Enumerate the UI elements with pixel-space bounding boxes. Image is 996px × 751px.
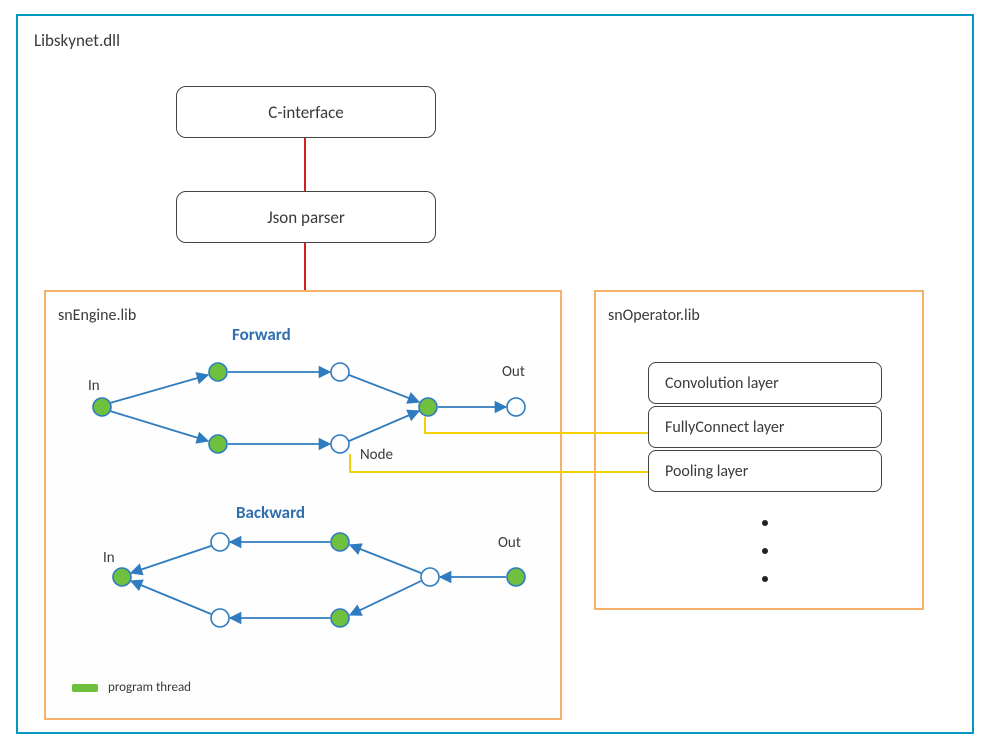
ellipsis-dot <box>762 520 768 526</box>
outer-title: Libskynet.dll <box>34 30 120 51</box>
layer-pooling-label: Pooling layer <box>665 462 748 481</box>
c-interface-box: C-interface <box>176 86 436 138</box>
node-label: Node <box>360 446 393 464</box>
layer-convolution: Convolution layer <box>648 362 882 404</box>
layer-convolution-label: Convolution layer <box>665 374 779 393</box>
backward-in-label: In <box>103 549 115 567</box>
layer-pooling: Pooling layer <box>648 450 882 492</box>
diagram-canvas: Libskynet.dll C-interface Json parser sn… <box>0 0 996 751</box>
forward-title: Forward <box>232 324 291 345</box>
layer-fullyconnect: FullyConnect layer <box>648 406 882 448</box>
json-parser-box: Json parser <box>176 191 436 243</box>
backward-title: Backward <box>236 502 305 523</box>
json-parser-label: Json parser <box>267 207 345 228</box>
legend-text: program thread <box>108 680 191 695</box>
layer-fullyconnect-label: FullyConnect layer <box>665 418 784 437</box>
forward-in-label: In <box>88 377 100 395</box>
c-interface-label: C-interface <box>268 102 344 123</box>
legend-swatch <box>72 684 98 692</box>
ellipsis-dot <box>762 576 768 582</box>
sn-engine-title: snEngine.lib <box>58 306 136 325</box>
forward-out-label: Out <box>502 363 525 381</box>
sn-operator-title: snOperator.lib <box>608 306 700 325</box>
ellipsis-dot <box>762 548 768 554</box>
backward-out-label: Out <box>498 534 521 552</box>
